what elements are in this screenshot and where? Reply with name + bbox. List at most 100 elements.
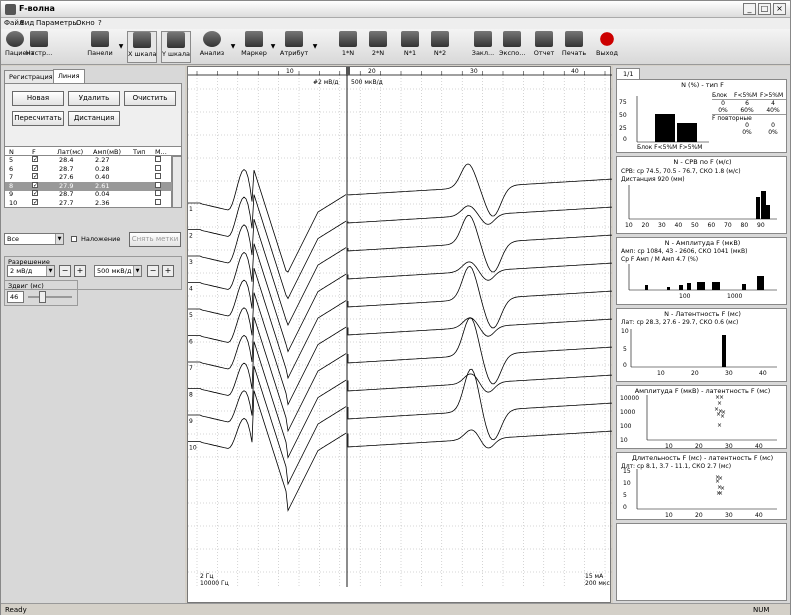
dropdown-arrow-icon[interactable]: ▼ <box>117 31 125 63</box>
закл-button[interactable]: Закл... <box>471 31 495 63</box>
menu-help[interactable]: ? <box>98 19 102 27</box>
dropdown-arrow-icon[interactable]: ▼ <box>269 31 277 63</box>
отчет-button[interactable]: Отчет <box>533 31 555 63</box>
toolbar: Пациент Настр... Панели X шкала Y шкала Анали… <box>1 29 790 65</box>
col-type[interactable]: Тип <box>133 148 145 156</box>
m-checkbox[interactable] <box>155 173 161 179</box>
amp-res-increase[interactable]: + <box>162 265 174 277</box>
m-checkbox[interactable] <box>155 156 161 162</box>
tab-page[interactable]: 1/1 <box>616 68 641 79</box>
выход-button[interactable]: Выход <box>595 31 619 63</box>
scatter-point: × <box>720 413 725 420</box>
scale-left-label: #2 мВ/д <box>313 79 339 86</box>
xtick-label: 40 <box>675 222 683 229</box>
xtick-label: 1000 <box>727 293 742 300</box>
xtick-label: 20 <box>695 512 703 519</box>
overlay-checkbox[interactable] <box>71 236 77 242</box>
маркер-button[interactable]: Маркер <box>239 31 269 63</box>
amplitude-chart: 100 1000 <box>628 264 777 300</box>
yшкала-button[interactable]: Y шкала <box>161 31 191 63</box>
f-checkbox[interactable]: ✓ <box>32 173 38 180</box>
ytick-label: 5 <box>623 346 627 353</box>
amp-res-select[interactable]: 500 мкВ/д ▼ <box>94 265 142 277</box>
2*n-button[interactable]: 2*N <box>367 31 389 63</box>
col-lat[interactable]: Лат(мс) <box>57 148 83 156</box>
настр-button[interactable]: Настр... <box>25 31 53 63</box>
delay-slider[interactable] <box>28 296 72 298</box>
delay-title: Здвиг (мс) <box>8 282 44 290</box>
signal-graph[interactable]: 10 20 30 40 #2 мВ/д 500 мкВ/д 2 Гц 10000 Гц 15 м… <box>187 66 613 603</box>
xtick-label: 90 <box>757 222 765 229</box>
панели-button[interactable]: Панели <box>85 31 115 63</box>
анализ-button[interactable]: Анализ <box>199 31 225 63</box>
f-checkbox[interactable]: ✓ <box>32 181 38 188</box>
app-icon <box>5 4 16 15</box>
f-wave-table[interactable]: 5 ✓ 28.4 2.27 6 ✓ 28.7 0.28 7 ✓ 27.6 0.40 8 ✓ 27.9 2.61… <box>4 156 172 208</box>
trace-3 <box>188 214 613 326</box>
dropdown-arrow-icon[interactable]: ▼ <box>311 31 319 63</box>
dropdown-arrow-icon[interactable]: ▼ <box>229 31 237 63</box>
x-scale-icon <box>133 32 151 48</box>
amp-res-decrease[interactable]: − <box>147 265 159 277</box>
пациент-button[interactable]: Пациент <box>5 31 35 63</box>
right-panel: 1/1 N (%) - тип F 75 50 25 0 Блок F<5%M … <box>613 66 790 603</box>
m-checkbox[interactable] <box>155 181 161 188</box>
tbl-r2c2: 40% <box>766 107 780 114</box>
time-res-decrease[interactable]: − <box>59 265 71 277</box>
f-checkbox[interactable]: ✓ <box>32 156 38 163</box>
col-n[interactable]: N <box>9 148 14 156</box>
n*2-button[interactable]: N*2 <box>429 31 451 63</box>
delete-button[interactable]: Удалить <box>68 91 120 106</box>
menu-window[interactable]: Окно <box>76 19 95 27</box>
recalc-button[interactable]: Пересчитать <box>12 111 64 126</box>
clear-button[interactable]: Очистить <box>124 91 176 106</box>
filter-select[interactable]: Все ▼ <box>4 233 64 245</box>
menu-view[interactable]: Вид <box>20 19 34 27</box>
settings-icon <box>30 31 48 47</box>
tab-line[interactable]: Линия <box>53 69 85 83</box>
col-m[interactable]: М... <box>155 148 167 156</box>
menu-bar: Файл Вид Параметры Окно ? <box>1 18 790 29</box>
col-amp[interactable]: Амп(мВ) <box>93 148 121 156</box>
delay-slider-thumb[interactable] <box>39 291 46 303</box>
m-checkbox[interactable] <box>155 164 161 171</box>
n*1-button[interactable]: N*1 <box>399 31 421 63</box>
cell-n: 8 <box>9 181 14 190</box>
f-checkbox[interactable]: ✓ <box>32 190 38 197</box>
ytick-25: 25 <box>619 125 627 132</box>
m-checkbox[interactable] <box>155 198 161 205</box>
maximize-button[interactable]: □ <box>758 3 771 15</box>
amp-lat-chart: 1000010001001010 20 30 40××××××××× <box>620 394 777 450</box>
close-button[interactable]: × <box>773 3 786 15</box>
cell-n: 10 <box>9 198 18 207</box>
f-checkbox[interactable]: ✓ <box>32 164 38 171</box>
toolbar-label: Печать <box>561 49 587 57</box>
tab-registration[interactable]: Регистрация <box>4 70 58 83</box>
xшкала-button[interactable]: X шкала <box>127 31 157 63</box>
trace-10 <box>188 390 613 512</box>
menu-params[interactable]: Параметры <box>36 19 78 27</box>
amplitude-bar <box>757 276 764 290</box>
toolbar-label: Атрибут <box>279 49 309 57</box>
time-res-increase[interactable]: + <box>74 265 86 277</box>
m-checkbox[interactable] <box>155 190 161 196</box>
1*n-button[interactable]: 1*N <box>337 31 359 63</box>
delay-value[interactable]: 46 <box>7 291 24 303</box>
amplitude-bar <box>697 282 705 290</box>
col-f[interactable]: F <box>32 148 36 156</box>
f-checkbox[interactable]: ✓ <box>32 198 38 205</box>
panel-amplitude: N - Амплитуда F (мкВ) Амп: ср 1084, 43 -… <box>616 237 787 305</box>
time-tick-label: 40 <box>571 68 579 75</box>
minimize-button[interactable]: _ <box>743 3 756 15</box>
печать-button[interactable]: Печать <box>561 31 587 63</box>
stim-label: 15 мА <box>585 573 604 580</box>
table-row[interactable]: 10 ✓ 27.7 2.36 <box>5 198 172 208</box>
атрибут-button[interactable]: Атрибут <box>279 31 309 63</box>
distance-button[interactable]: Дистанция <box>68 111 120 126</box>
remove-marks-button[interactable]: Снять метки <box>129 232 181 247</box>
экспо-button[interactable]: Экспо... <box>499 31 525 63</box>
time-res-select[interactable]: 2 мВ/д ▼ <box>7 265 55 277</box>
new-button[interactable]: Новая <box>12 91 64 106</box>
table-scrollbar[interactable] <box>172 156 182 208</box>
tbl-h2: F>5%M <box>760 92 784 99</box>
